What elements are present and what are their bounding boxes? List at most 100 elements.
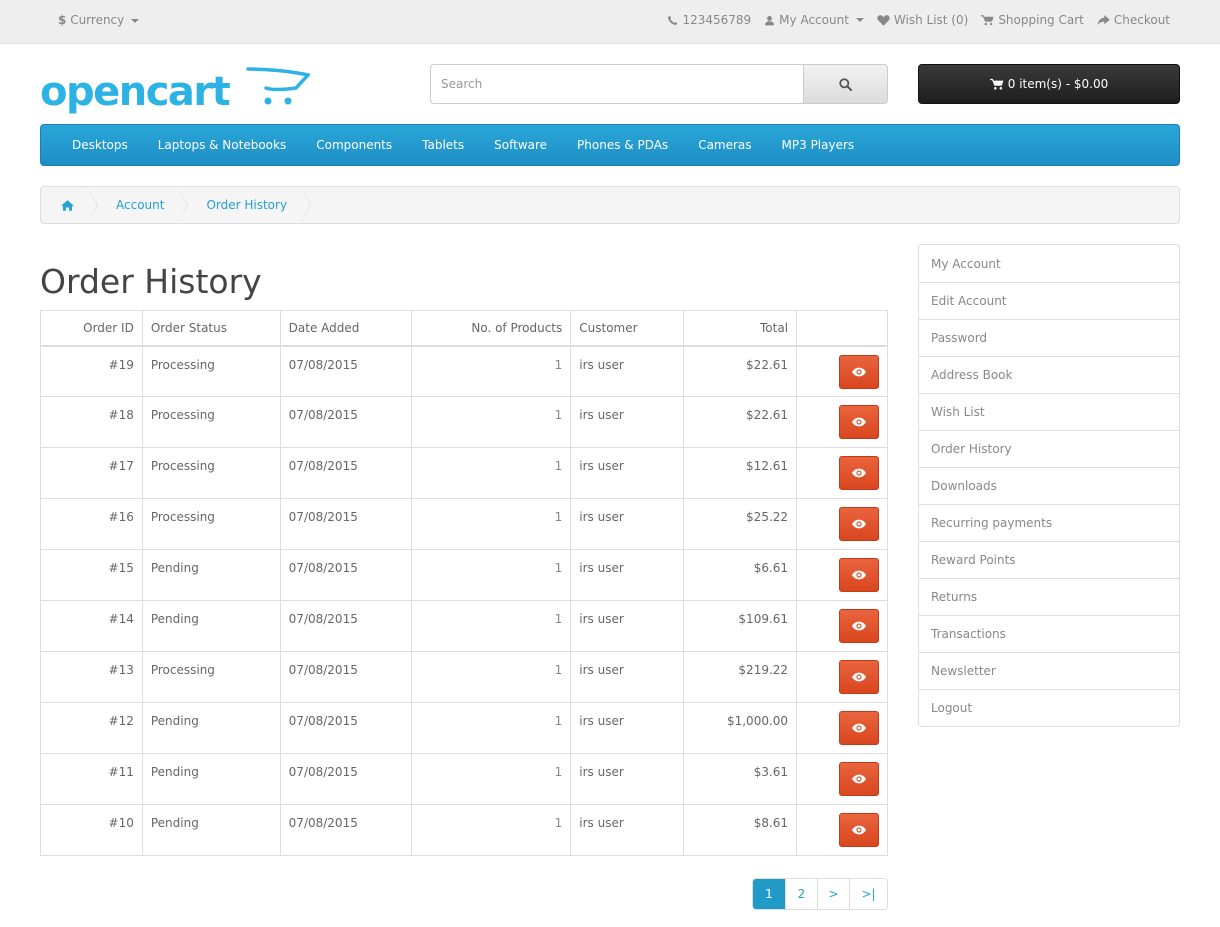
menu-item-software[interactable]: Software <box>479 138 562 152</box>
col-no-of-products: No. of Products <box>410 310 572 347</box>
action-cell <box>796 600 888 652</box>
sidebar-item-password[interactable]: Password <box>919 319 1179 356</box>
checkout-label: Checkout <box>1113 13 1170 27</box>
customer-cell: irs user <box>570 651 685 703</box>
menu-item-cameras[interactable]: Cameras <box>683 138 766 152</box>
order-status-cell: Pending <box>141 702 281 754</box>
total-cell: $22.61 <box>683 345 798 397</box>
checkout-link[interactable]: Checkout <box>1097 13 1170 27</box>
sidebar-item-reward-points[interactable]: Reward Points <box>919 541 1179 578</box>
order-id-cell: #10 <box>40 804 143 856</box>
search-input[interactable] <box>430 64 803 104</box>
search-button[interactable] <box>803 64 888 104</box>
sidebar-item-returns[interactable]: Returns <box>919 578 1179 615</box>
order-id-cell: #11 <box>40 753 143 805</box>
view-order-button[interactable] <box>839 558 879 592</box>
menu-item-desktops[interactable]: Desktops <box>57 138 143 152</box>
wish-list-link[interactable]: Wish List (0) <box>877 13 968 27</box>
menu-item-mp3[interactable]: MP3 Players <box>767 138 870 152</box>
svg-text:opencart: opencart <box>40 69 231 114</box>
col-action <box>796 310 888 347</box>
shopping-cart-link[interactable]: Shopping Cart <box>981 13 1084 27</box>
col-order-status: Order Status <box>141 310 281 347</box>
action-cell <box>796 498 888 550</box>
table-row: #19 Processing 07/08/2015 1 irs user $22.61 <box>40 345 888 397</box>
view-order-button[interactable] <box>839 813 879 847</box>
sidebar-item-transactions[interactable]: Transactions <box>919 615 1179 652</box>
date-added-cell: 07/08/2015 <box>279 702 412 754</box>
heart-icon <box>877 15 890 26</box>
action-cell <box>796 549 888 601</box>
order-id-cell: #19 <box>40 345 143 397</box>
view-order-button[interactable] <box>839 507 879 541</box>
sidebar-item-edit-account[interactable]: Edit Account <box>919 282 1179 319</box>
order-status-cell: Pending <box>141 549 281 601</box>
view-order-button[interactable] <box>839 456 879 490</box>
eye-icon <box>852 468 866 478</box>
page-2-link[interactable]: 2 <box>785 879 817 909</box>
sidebar-item-newsletter[interactable]: Newsletter <box>919 652 1179 689</box>
sidebar-item-logout[interactable]: Logout <box>919 689 1179 726</box>
menu-item-components[interactable]: Components <box>301 138 407 152</box>
order-id-cell: #14 <box>40 600 143 652</box>
menu-item-tablets[interactable]: Tablets <box>407 138 479 152</box>
action-cell <box>796 345 888 397</box>
order-id-cell: #16 <box>40 498 143 550</box>
order-status-cell: Pending <box>141 600 281 652</box>
view-order-button[interactable] <box>839 762 879 796</box>
date-added-cell: 07/08/2015 <box>279 600 412 652</box>
breadcrumb-home[interactable] <box>41 187 98 223</box>
breadcrumb-account-label: Account <box>116 198 165 212</box>
view-order-button[interactable] <box>839 609 879 643</box>
currency-symbol: $ <box>58 13 67 27</box>
view-order-button[interactable] <box>839 354 879 389</box>
order-status-cell: Processing <box>141 651 281 703</box>
eye-icon <box>852 672 866 682</box>
opencart-logo[interactable]: opencart <box>40 64 310 114</box>
order-status-cell: Processing <box>141 345 281 397</box>
breadcrumb-order-history[interactable]: Order History <box>186 187 311 223</box>
sidebar-item-my-account[interactable]: My Account <box>919 245 1179 282</box>
breadcrumb-account[interactable]: Account <box>96 187 189 223</box>
view-order-button[interactable] <box>839 711 879 745</box>
chevron-down-icon <box>131 18 140 23</box>
sidebar-item-wish-list[interactable]: Wish List <box>919 393 1179 430</box>
page-next-link[interactable]: > <box>817 879 849 909</box>
sidebar-item-order-history[interactable]: Order History <box>919 430 1179 467</box>
sidebar-item-downloads[interactable]: Downloads <box>919 467 1179 504</box>
view-order-button[interactable] <box>839 405 879 439</box>
total-cell: $3.61 <box>683 753 798 805</box>
date-added-cell: 07/08/2015 <box>279 345 412 397</box>
table-row: #18 Processing 07/08/2015 1 irs user $22.61 <box>40 396 888 448</box>
sidebar-item-address-book[interactable]: Address Book <box>919 356 1179 393</box>
menu-item-phones[interactable]: Phones & PDAs <box>562 138 683 152</box>
date-added-cell: 07/08/2015 <box>279 498 412 550</box>
eye-icon <box>852 519 866 529</box>
order-id-cell: #12 <box>40 702 143 754</box>
top-bar: $ Currency 123456789 My Account Wish Lis… <box>0 0 1220 44</box>
cart-button[interactable]: 0 item(s) - $0.00 <box>918 64 1180 104</box>
date-added-cell: 07/08/2015 <box>279 549 412 601</box>
order-id-cell: #15 <box>40 549 143 601</box>
view-order-button[interactable] <box>839 660 879 694</box>
my-account-dropdown[interactable]: My Account <box>764 13 864 27</box>
action-cell <box>796 804 888 856</box>
currency-dropdown[interactable]: $ Currency <box>58 13 140 27</box>
account-sidebar: My Account Edit Account Password Address… <box>918 244 1180 727</box>
order-id-cell: #17 <box>40 447 143 499</box>
breadcrumb-order-history-label: Order History <box>206 198 288 212</box>
total-cell: $6.61 <box>683 549 798 601</box>
customer-cell: irs user <box>570 549 685 601</box>
page-last-link[interactable]: >| <box>849 879 887 909</box>
sidebar-item-recurring-payments[interactable]: Recurring payments <box>919 504 1179 541</box>
menu-item-laptops[interactable]: Laptops & Notebooks <box>143 138 301 152</box>
table-row: #15 Pending 07/08/2015 1 irs user $6.61 <box>40 549 888 601</box>
cart-icon <box>989 78 1004 90</box>
order-history-table: Order ID Order Status Date Added No. of … <box>40 310 888 856</box>
shopping-cart-label: Shopping Cart <box>998 13 1084 27</box>
order-status-cell: Processing <box>141 498 281 550</box>
search-bar <box>430 64 888 104</box>
share-icon <box>1097 14 1110 25</box>
phone-link[interactable]: 123456789 <box>667 13 751 27</box>
page-1-link[interactable]: 1 <box>753 879 785 909</box>
